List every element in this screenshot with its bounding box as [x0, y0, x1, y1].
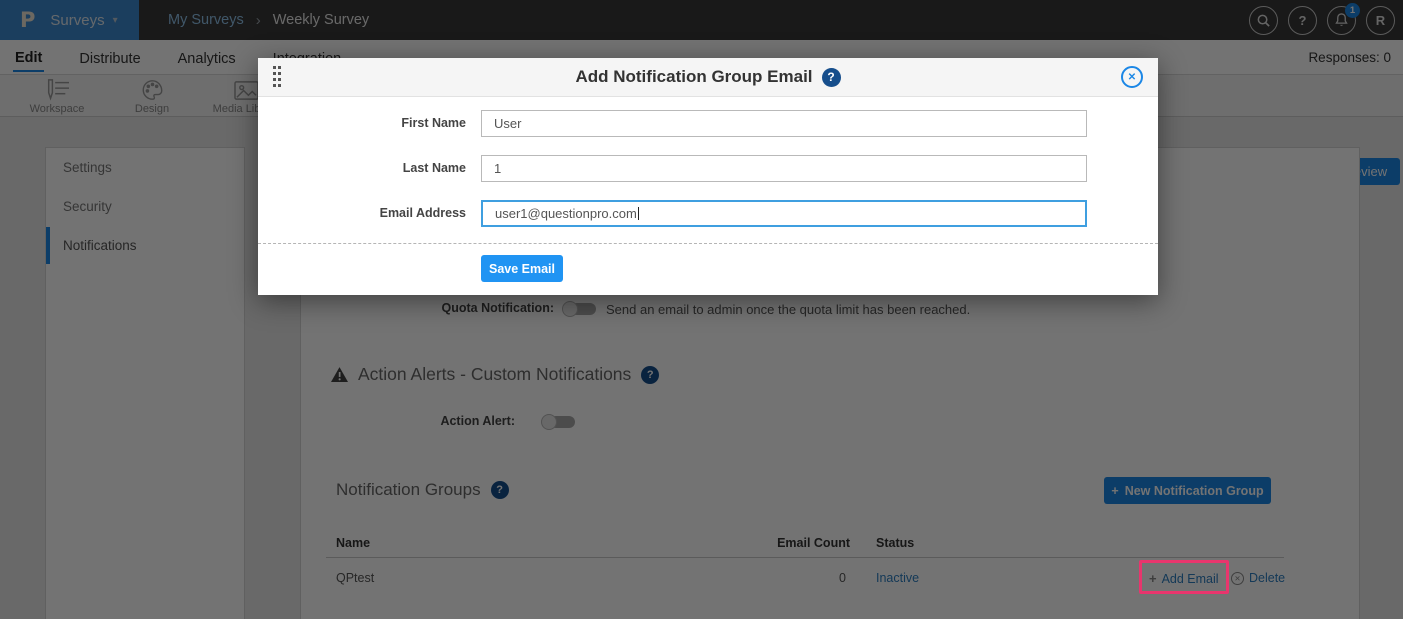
add-notification-group-email-modal: Add Notification Group Email ? ✕ First N… — [258, 58, 1158, 295]
text-cursor — [638, 207, 640, 220]
last-name-value: 1 — [494, 161, 501, 176]
last-name-label: Last Name — [258, 161, 466, 175]
questionpro-app: P Surveys ▾ My Surveys › Weekly Survey ?… — [0, 0, 1403, 619]
first-name-value: User — [494, 116, 521, 131]
email-address-label: Email Address — [258, 206, 466, 220]
first-name-input[interactable]: User — [481, 110, 1087, 137]
modal-title: Add Notification Group Email — [575, 67, 812, 87]
save-email-button[interactable]: Save Email — [481, 255, 563, 282]
email-address-value: user1@questionpro.com — [495, 206, 637, 221]
close-icon[interactable]: ✕ — [1121, 66, 1143, 88]
help-icon[interactable]: ? — [822, 68, 841, 87]
first-name-label: First Name — [258, 116, 466, 130]
add-email-highlight-box — [1139, 560, 1229, 594]
modal-header: Add Notification Group Email ? ✕ — [258, 58, 1158, 97]
email-address-input[interactable]: user1@questionpro.com — [481, 200, 1087, 227]
last-name-input[interactable]: 1 — [481, 155, 1087, 182]
modal-footer-divider — [258, 243, 1158, 244]
